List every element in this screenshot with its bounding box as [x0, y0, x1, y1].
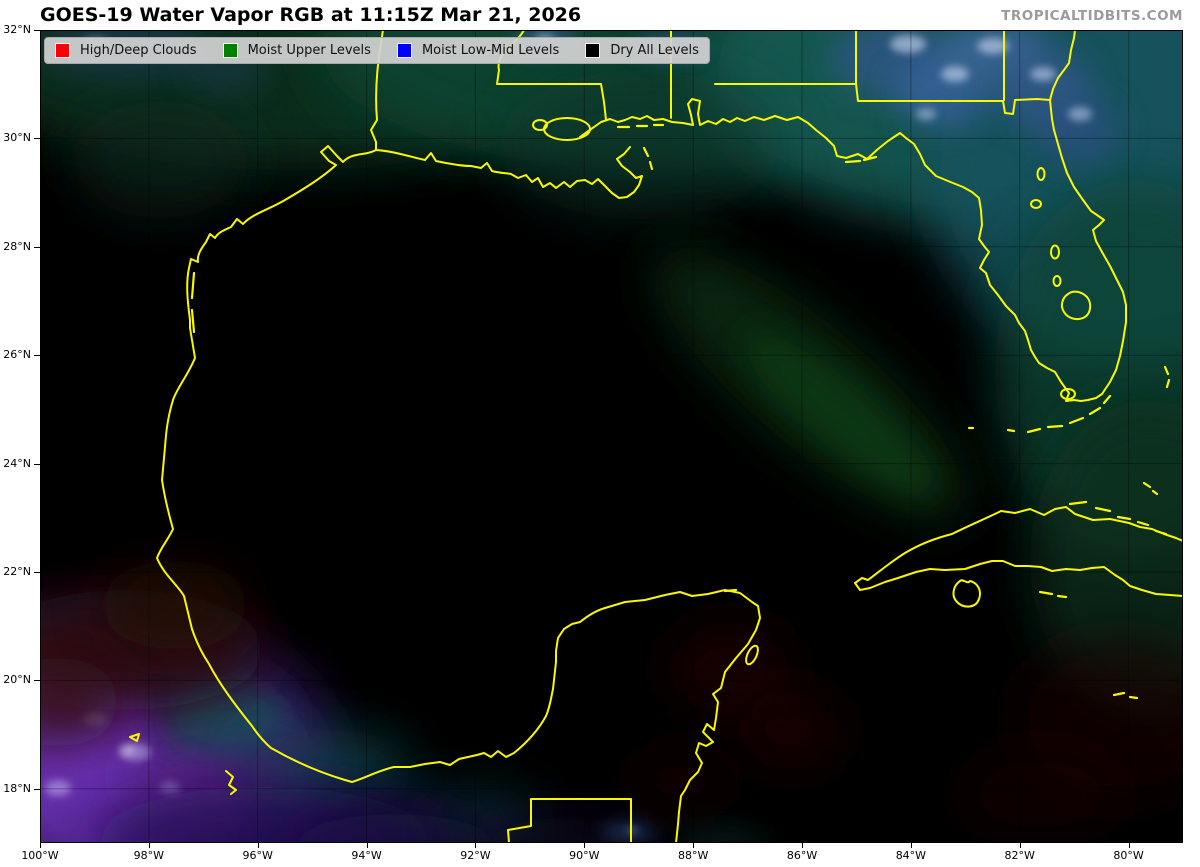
x-axis-tick-label: 88°W [663, 849, 723, 862]
y-axis-tick-label: 28°N [0, 240, 31, 253]
y-axis-tick-label: 30°N [0, 131, 31, 144]
legend-item: Dry All Levels [585, 43, 699, 58]
x-axis-tick-label: 86°W [772, 849, 832, 862]
legend-item: High/Deep Clouds [55, 43, 197, 58]
legend-swatch-icon [223, 43, 238, 58]
x-axis-tick [1020, 843, 1021, 848]
map-canvas: High/Deep Clouds Moist Upper Levels Moist … [40, 30, 1183, 843]
x-axis-tick-label: 100°W [10, 849, 70, 862]
x-axis-tick-label: 82°W [990, 849, 1050, 862]
x-axis-tick-label: 90°W [554, 849, 614, 862]
legend-item: Moist Low-Mid Levels [397, 43, 559, 58]
legend-swatch-icon [55, 43, 70, 58]
x-axis-tick [911, 843, 912, 848]
x-axis-tick [149, 843, 150, 848]
x-axis-tick-label: 92°W [445, 849, 505, 862]
y-axis-tick-label: 26°N [0, 348, 31, 361]
y-axis-tick [34, 247, 40, 248]
satellite-image [40, 30, 1183, 843]
x-axis-tick-label: 84°W [881, 849, 941, 862]
y-axis-tick-label: 32°N [0, 23, 31, 36]
legend-item-label: Dry All Levels [610, 43, 699, 58]
x-axis-tick [584, 843, 585, 848]
x-axis-tick-label: 94°W [337, 849, 397, 862]
y-axis-tick-label: 20°N [0, 673, 31, 686]
y-axis-tick [34, 355, 40, 356]
legend: High/Deep Clouds Moist Upper Levels Moist … [44, 37, 710, 64]
legend-item-label: Moist Upper Levels [248, 43, 371, 58]
y-axis-tick-label: 18°N [0, 782, 31, 795]
page-title: GOES-19 Water Vapor RGB at 11:15Z Mar 21… [40, 4, 581, 26]
y-axis-tick-label: 24°N [0, 457, 31, 470]
y-axis-tick [34, 464, 40, 465]
y-axis-tick [34, 30, 40, 31]
x-axis-tick-label: 80°W [1099, 849, 1159, 862]
y-axis-tick [34, 138, 40, 139]
y-axis-tick-label: 22°N [0, 565, 31, 578]
legend-item: Moist Upper Levels [223, 43, 371, 58]
x-axis-tick-label: 98°W [119, 849, 179, 862]
legend-item-label: Moist Low-Mid Levels [422, 43, 559, 58]
x-axis-tick [367, 843, 368, 848]
x-axis-tick-label: 96°W [228, 849, 288, 862]
x-axis-tick [475, 843, 476, 848]
x-axis-tick [258, 843, 259, 848]
legend-item-label: High/Deep Clouds [80, 43, 197, 58]
x-axis-tick [802, 843, 803, 848]
legend-swatch-icon [397, 43, 412, 58]
x-axis-tick [1129, 843, 1130, 848]
y-axis-tick [34, 680, 40, 681]
watermark: TROPICALTIDBITS.COM [1001, 8, 1183, 24]
y-axis-tick [34, 789, 40, 790]
y-axis-tick [34, 572, 40, 573]
legend-swatch-icon [585, 43, 600, 58]
app-window: GOES-19 Water Vapor RGB at 11:15Z Mar 21… [0, 0, 1200, 867]
x-axis-tick [40, 843, 41, 848]
x-axis-tick [693, 843, 694, 848]
